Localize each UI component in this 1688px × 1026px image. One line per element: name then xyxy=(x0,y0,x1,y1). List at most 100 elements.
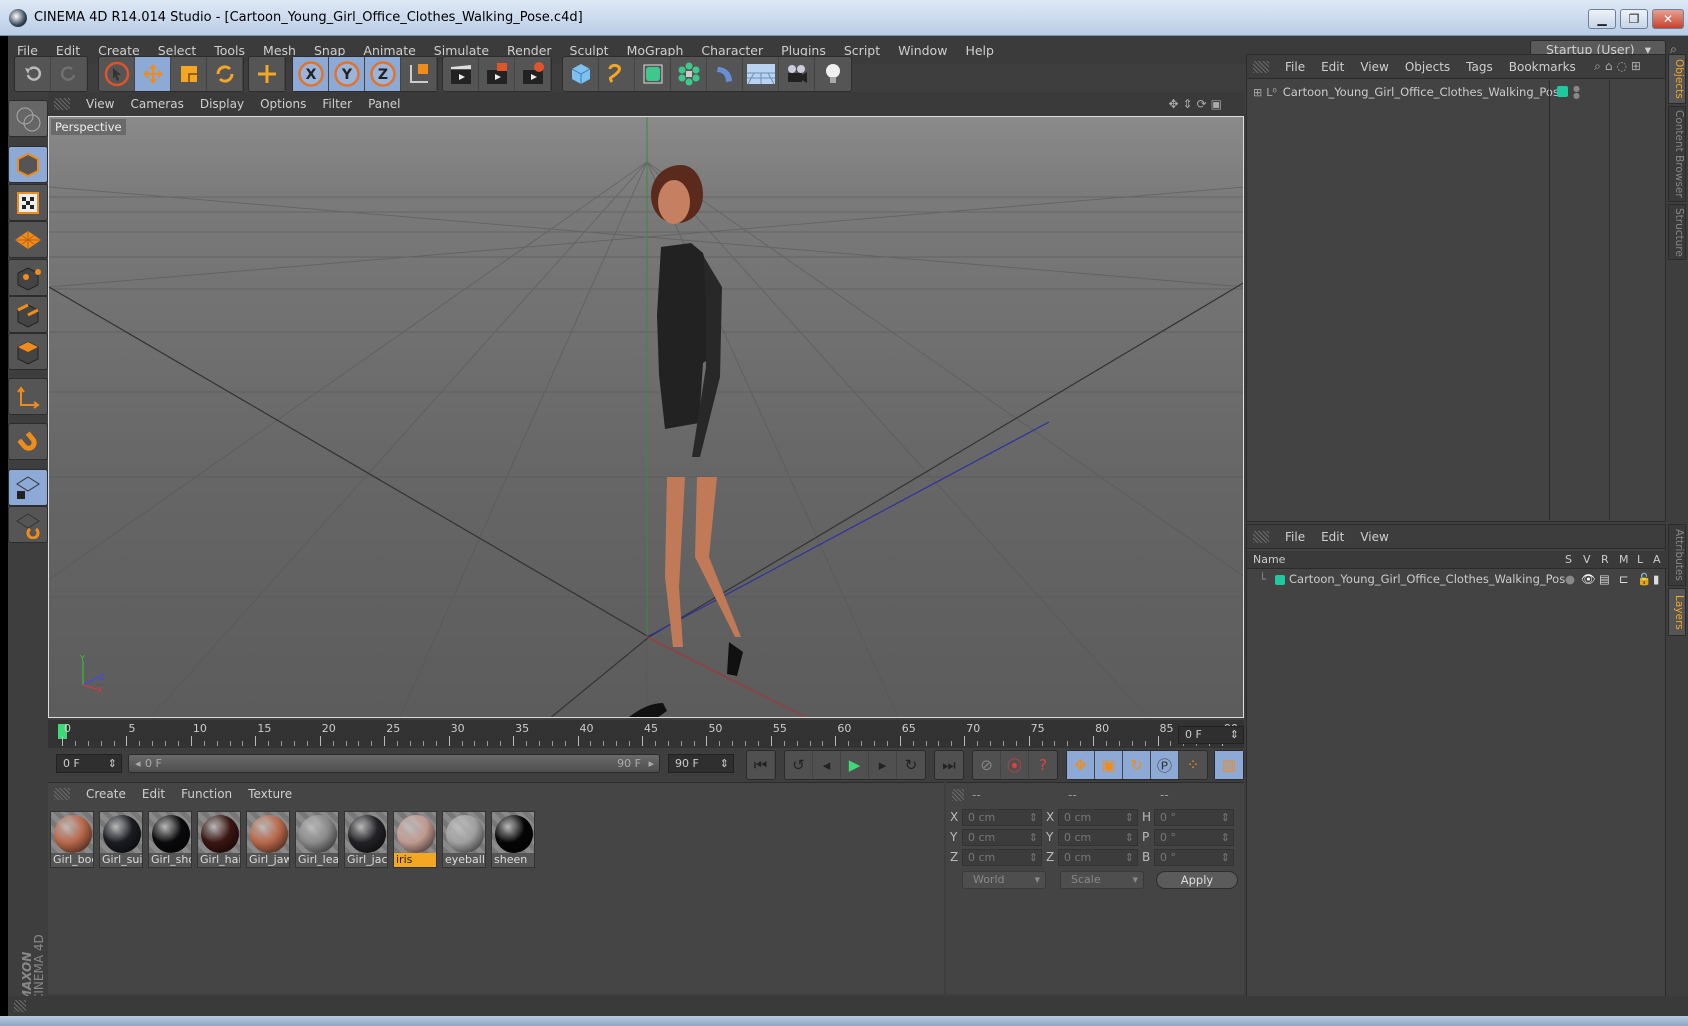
next-key-icon[interactable]: ↻ xyxy=(897,751,925,779)
stepper-icon[interactable]: ⇕ xyxy=(1029,810,1038,825)
panel-grip[interactable] xyxy=(952,789,964,801)
layers-menu-view[interactable]: View xyxy=(1352,530,1396,544)
cube-icon[interactable] xyxy=(563,57,599,91)
close-button[interactable]: ✕ xyxy=(1652,9,1684,29)
spline-icon[interactable] xyxy=(599,57,635,91)
workplane-sync-icon[interactable] xyxy=(8,506,48,543)
material-menu-function[interactable]: Function xyxy=(173,787,240,801)
array-icon[interactable] xyxy=(671,57,707,91)
objects-menu-tags[interactable]: Tags xyxy=(1458,60,1501,74)
coordinate-field[interactable]: 0 cm ⇕ xyxy=(1058,809,1138,826)
menu-help[interactable]: Help xyxy=(956,43,1003,58)
column-animation[interactable]: A xyxy=(1653,553,1661,566)
material-swatch[interactable]: Girl_jack xyxy=(344,811,388,868)
key-pla-icon[interactable]: ⁘ xyxy=(1179,751,1207,779)
panel-grip[interactable] xyxy=(54,788,70,800)
viewport-menu-panel[interactable]: Panel xyxy=(360,97,408,111)
points-mode-icon[interactable] xyxy=(8,259,48,296)
column-locked[interactable]: L xyxy=(1637,553,1643,566)
viewport-menu-display[interactable]: Display xyxy=(192,97,252,111)
panel-grip[interactable] xyxy=(54,98,70,110)
panel-grip[interactable] xyxy=(1253,60,1269,73)
apply-button[interactable]: Apply xyxy=(1156,871,1238,889)
minimize-button[interactable]: ▁ xyxy=(1588,9,1616,29)
layer-color-swatch[interactable] xyxy=(1557,86,1568,97)
tab-layers[interactable]: Layers xyxy=(1668,588,1686,636)
stepper-icon[interactable]: ⇕ xyxy=(1221,810,1230,825)
coordinate-system-dropdown[interactable]: World ▾ xyxy=(962,871,1046,889)
view-toggle-icon[interactable]: 👁 xyxy=(1581,572,1596,586)
timeline-ruler[interactable]: 051015202530354045505560657075808590 xyxy=(48,720,1244,748)
z-axis-lock-icon[interactable]: Z xyxy=(365,57,401,91)
transform-mode-dropdown[interactable]: Scale ▾ xyxy=(1060,871,1144,889)
stepper-icon[interactable]: ⇕ xyxy=(1221,830,1230,845)
live-selection-icon[interactable] xyxy=(99,57,135,91)
objects-menu-edit[interactable]: Edit xyxy=(1313,60,1352,74)
column-manager[interactable]: M xyxy=(1619,553,1629,566)
viewport-menu-cameras[interactable]: Cameras xyxy=(122,97,191,111)
material-menu-edit[interactable]: Edit xyxy=(134,787,173,801)
light-icon[interactable] xyxy=(815,57,851,91)
manager-toggle-icon[interactable]: ⊏ xyxy=(1619,572,1629,586)
coordinate-field[interactable]: 0 cm ⇕ xyxy=(1058,849,1138,866)
expand-icon[interactable]: ⊞ xyxy=(1253,86,1262,99)
nurbs-icon[interactable] xyxy=(635,57,671,91)
panel-grip[interactable] xyxy=(14,1000,26,1012)
coordinate-field[interactable]: 0 cm ⇕ xyxy=(962,809,1042,826)
key-parameter-icon[interactable]: Ⓟ xyxy=(1151,751,1179,779)
key-rotation-icon[interactable]: ↻ xyxy=(1123,751,1151,779)
layers-menu-edit[interactable]: Edit xyxy=(1313,530,1352,544)
column-render[interactable]: R xyxy=(1601,553,1609,566)
render-toggle-icon[interactable]: ▤ xyxy=(1599,572,1610,586)
material-swatch[interactable]: sheen xyxy=(491,811,535,868)
x-axis-lock-icon[interactable]: X xyxy=(293,57,329,91)
render-settings-icon[interactable] xyxy=(515,57,551,91)
stepper-icon[interactable]: ⇕ xyxy=(1221,850,1230,865)
autokey-icon[interactable]: ⊘ xyxy=(973,751,1001,779)
column-view[interactable]: V xyxy=(1583,553,1591,566)
object-manager-nav-icons[interactable]: ⌕⌂◌⊞ xyxy=(1586,59,1653,74)
key-position-icon[interactable]: ✥ xyxy=(1067,751,1095,779)
lock-toggle-icon[interactable]: 🔓 xyxy=(1637,572,1651,586)
coordinate-field[interactable]: 0 ° ⇕ xyxy=(1154,829,1234,846)
frame-range-slider[interactable]: ◂ 0 F 90 F ▸ xyxy=(128,754,660,773)
previous-frame-icon[interactable]: ◂ xyxy=(813,751,841,779)
undo-icon[interactable] xyxy=(15,57,51,91)
range-left-arrow[interactable]: ◂ xyxy=(135,755,141,772)
record-icon[interactable]: ⦿ xyxy=(1001,751,1029,779)
recent-tool-icon[interactable] xyxy=(249,57,285,91)
go-to-start-icon[interactable]: ⏮ xyxy=(747,751,775,779)
material-swatch[interactable]: eyeball xyxy=(442,811,486,868)
material-swatch[interactable]: Girl_sho xyxy=(148,811,192,868)
next-frame-icon[interactable]: ▸ xyxy=(869,751,897,779)
texture-mode-icon[interactable] xyxy=(8,184,48,221)
play-icon[interactable]: ▶ xyxy=(841,751,869,779)
objects-menu-bookmarks[interactable]: Bookmarks xyxy=(1501,60,1584,74)
material-menu-texture[interactable]: Texture xyxy=(240,787,300,801)
start-frame-field[interactable]: 0 F ⇕ xyxy=(56,754,122,773)
layers-menu-file[interactable]: File xyxy=(1277,530,1313,544)
menu-window[interactable]: Window xyxy=(889,43,956,58)
render-view-icon[interactable] xyxy=(443,57,479,91)
coordinate-field[interactable]: 0 cm ⇕ xyxy=(962,849,1042,866)
visibility-dots-icon[interactable]: ● ● xyxy=(1573,85,1580,100)
material-swatch[interactable]: Girl_jaw xyxy=(246,811,290,868)
material-swatch[interactable]: iris xyxy=(393,811,437,868)
tab-structure[interactable]: Structure xyxy=(1668,204,1686,260)
go-to-end-icon[interactable]: ⏭ xyxy=(935,751,963,779)
material-swatch[interactable]: Girl_leas xyxy=(295,811,339,868)
tab-attributes[interactable]: Attributes xyxy=(1668,524,1686,586)
stepper-icon[interactable]: ⇕ xyxy=(1029,850,1038,865)
objects-menu-objects[interactable]: Objects xyxy=(1397,60,1458,74)
floor-icon[interactable] xyxy=(743,57,779,91)
scale-icon[interactable] xyxy=(171,57,207,91)
perspective-viewport[interactable]: Perspective Y Z X xyxy=(48,116,1244,718)
solo-toggle-icon[interactable]: ● xyxy=(1565,572,1575,586)
keyframe-help-icon[interactable]: ? xyxy=(1029,751,1057,779)
previous-key-icon[interactable]: ↺ xyxy=(785,751,813,779)
material-menu-create[interactable]: Create xyxy=(78,787,134,801)
column-name[interactable]: Name xyxy=(1253,553,1285,566)
rotate-icon[interactable] xyxy=(207,57,243,91)
stepper-icon[interactable]: ⇕ xyxy=(1125,830,1134,845)
layer-row[interactable]: └ Cartoon_Young_Girl_Office_Clothes_Walk… xyxy=(1247,571,1667,589)
